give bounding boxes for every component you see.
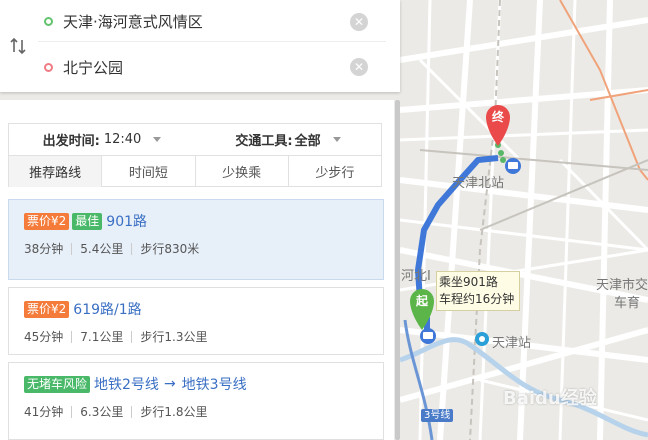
- scrollbar-thumb[interactable]: [395, 100, 400, 440]
- results-scrollbar[interactable]: [395, 100, 400, 440]
- bus-stop-icon-start: [420, 328, 436, 344]
- metro-station-icon: [475, 332, 489, 346]
- route-name[interactable]: 619路/1路: [73, 299, 141, 319]
- end-field[interactable]: 北宁公园 ✕: [38, 47, 386, 87]
- transport-value: 全部: [294, 134, 321, 149]
- depart-time-dropdown[interactable]: 出发时间: 12:40: [9, 124, 195, 155]
- transport-dropdown[interactable]: 交通工具: 全部: [195, 124, 381, 155]
- depart-label: 出发时间:: [42, 134, 100, 149]
- no-traffic-badge: 无堵车风险: [24, 375, 91, 393]
- start-dot-icon: [44, 17, 53, 26]
- route-name-part-1[interactable]: 地铁2号线: [94, 374, 159, 394]
- swap-icon[interactable]: [8, 36, 28, 56]
- route-walk: 步行1.8公里: [140, 405, 208, 419]
- route-distance: 7.1公里: [80, 330, 124, 344]
- route-tooltip: 乘坐901路 车程约16分钟: [436, 271, 520, 311]
- route-duration: 45分钟: [24, 330, 64, 344]
- route-option-1[interactable]: 票价¥2 最佳 901路 38分钟 5.4公里 步行830米: [8, 199, 384, 280]
- start-field[interactable]: 天津·海河意式风情区 ✕: [38, 2, 386, 42]
- best-badge: 最佳: [72, 212, 103, 230]
- route-walk: 步行830米: [140, 242, 200, 256]
- tooltip-line-1: 乘坐901路: [439, 275, 498, 289]
- chevron-down-icon: [153, 137, 162, 142]
- route-distance: 6.3公里: [80, 405, 124, 419]
- filter-bar: 出发时间: 12:40 交通工具: 全部 推荐路线 时间短 少换乘 少步行: [8, 123, 382, 187]
- price-badge: 票价¥2: [24, 212, 70, 230]
- clear-end-icon[interactable]: ✕: [350, 58, 368, 76]
- bus-stop-icon: [505, 158, 521, 174]
- metro-line-tag: 3号线: [421, 409, 454, 422]
- results-panel: 出发时间: 12:40 交通工具: 全部 推荐路线 时间短 少换乘 少步行 票价…: [0, 100, 394, 440]
- price-badge: 票价¥2: [24, 300, 70, 318]
- clear-start-icon[interactable]: ✕: [350, 12, 368, 31]
- route-name-part-2[interactable]: 地铁3号线: [182, 374, 247, 394]
- tab-less-walking[interactable]: 少步行: [287, 156, 381, 187]
- end-input[interactable]: 北宁公园: [63, 57, 350, 78]
- route-panel: 天津·海河意式风情区 ✕ 北宁公园 ✕ 出发时间: 12:40 交通工具: 全部: [0, 0, 400, 440]
- map-label-tianjin-north: 天津北站: [452, 176, 505, 191]
- search-box: 天津·海河意式风情区 ✕ 北宁公园 ✕: [0, 0, 400, 92]
- route-distance: 5.4公里: [80, 242, 124, 256]
- map-label-tianjin-city: 天津市交: [596, 278, 648, 293]
- start-input[interactable]: 天津·海河意式风情区: [63, 11, 350, 32]
- start-marker-label: 起: [415, 293, 429, 308]
- depart-value: 12:40: [103, 132, 142, 147]
- end-marker-label: 终: [492, 109, 505, 124]
- map-label-hebei: 河北Ⅰ: [401, 269, 431, 284]
- route-name[interactable]: 901路: [106, 211, 147, 231]
- route-duration: 41分钟: [24, 405, 64, 419]
- map-label-tianjin-station: 天津站: [492, 336, 532, 351]
- tab-shortest-time[interactable]: 时间短: [101, 156, 194, 187]
- route-option-3[interactable]: 无堵车风险 地铁2号线 → 地铁3号线 41分钟 6.3公里 步行1.8公里: [8, 362, 384, 440]
- transport-label: 交通工具:: [235, 134, 293, 149]
- tooltip-line-2: 车程约16分钟: [439, 292, 515, 306]
- tab-recommended[interactable]: 推荐路线: [9, 156, 102, 187]
- map-label-chezhan: 车育: [614, 296, 641, 311]
- tab-fewer-transfers[interactable]: 少换乘: [194, 156, 288, 187]
- watermark: Baidu经验: [503, 388, 597, 409]
- route-walk: 步行1.3公里: [140, 330, 208, 344]
- end-dot-icon: [44, 62, 53, 72]
- route-option-2[interactable]: 票价¥2 619路/1路 45分钟 7.1公里 步行1.3公里: [8, 287, 384, 355]
- route-duration: 38分钟: [24, 242, 64, 256]
- arrow-right-icon: →: [163, 376, 176, 392]
- chevron-down-icon: [332, 137, 341, 142]
